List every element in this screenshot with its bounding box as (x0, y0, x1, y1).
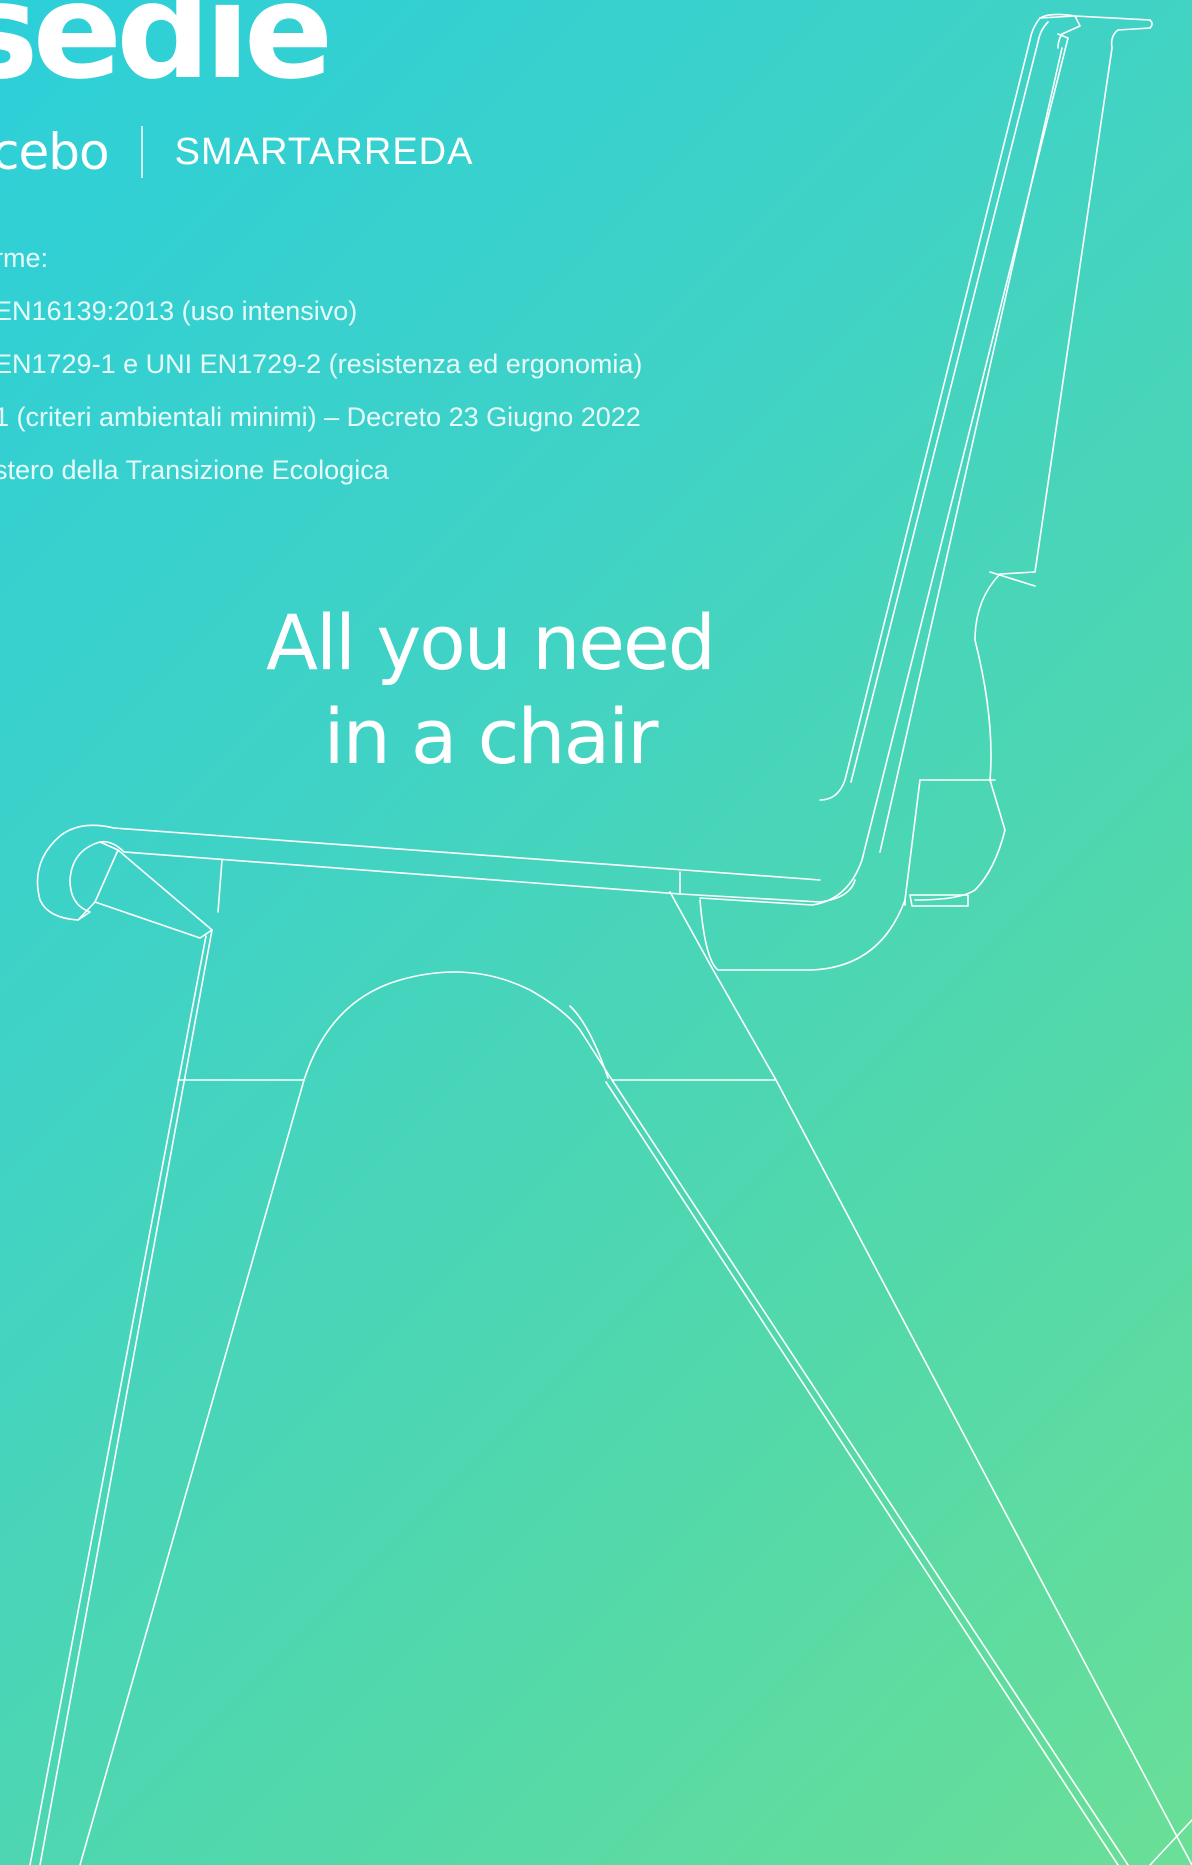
chair-line-drawing-icon (29, 13, 1192, 1865)
